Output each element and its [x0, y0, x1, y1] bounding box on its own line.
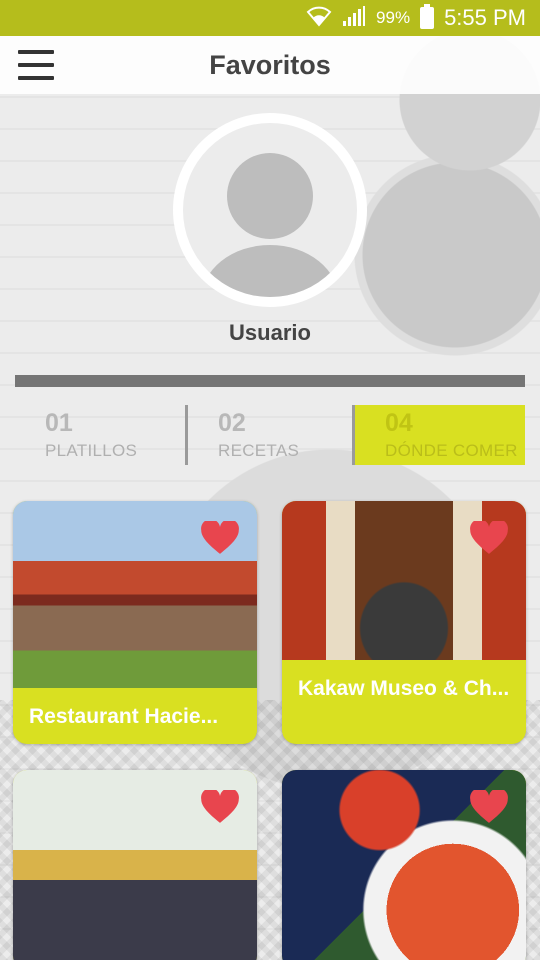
heart-icon[interactable] — [201, 790, 239, 824]
menu-line — [18, 63, 54, 67]
card-title: Restaurant Hacie... — [29, 705, 219, 728]
tab-number: 01 — [45, 409, 73, 437]
tab-number: 02 — [218, 409, 246, 437]
app-bar: Favoritos — [0, 36, 540, 94]
heart-icon[interactable] — [470, 790, 508, 824]
wifi-icon — [306, 5, 332, 32]
restaurant-card[interactable]: Kakaw Museo & Ch... — [282, 501, 526, 744]
battery-percent: 99% — [376, 8, 411, 27]
tab-label: PLATILLOS — [45, 441, 138, 460]
battery-icon — [420, 4, 435, 29]
tab-number: 04 — [385, 409, 413, 437]
user-name: Usuario — [229, 320, 311, 345]
default-user-icon — [183, 123, 357, 297]
divider-bar — [15, 375, 525, 387]
clock: 5:55 PM — [444, 5, 526, 30]
hamburger-menu-icon[interactable] — [18, 50, 54, 80]
menu-line — [18, 50, 54, 54]
tab-platillos[interactable]: 01 PLATILLOS — [15, 405, 185, 465]
tab-label: RECETAS — [218, 441, 300, 460]
heart-icon[interactable] — [201, 521, 239, 555]
signal-icon — [342, 5, 366, 32]
tab-donde-comer[interactable]: 04 DÓNDE COMER — [352, 405, 525, 465]
tab-recetas[interactable]: 02 RECETAS — [185, 405, 355, 465]
status-bar: 99% 5:55 PM — [0, 0, 540, 36]
restaurant-card[interactable] — [13, 770, 257, 960]
heart-icon[interactable] — [470, 521, 508, 555]
avatar[interactable] — [173, 113, 367, 307]
menu-line — [18, 76, 54, 80]
avatar-body — [201, 245, 339, 297]
avatar-head — [227, 153, 313, 239]
card-title: Kakaw Museo & Ch... — [298, 677, 510, 700]
restaurant-card[interactable] — [282, 770, 526, 960]
page-title: Favoritos — [209, 49, 331, 80]
tab-label: DÓNDE COMER — [385, 441, 518, 460]
restaurant-card[interactable]: Restaurant Hacie... — [13, 501, 257, 744]
